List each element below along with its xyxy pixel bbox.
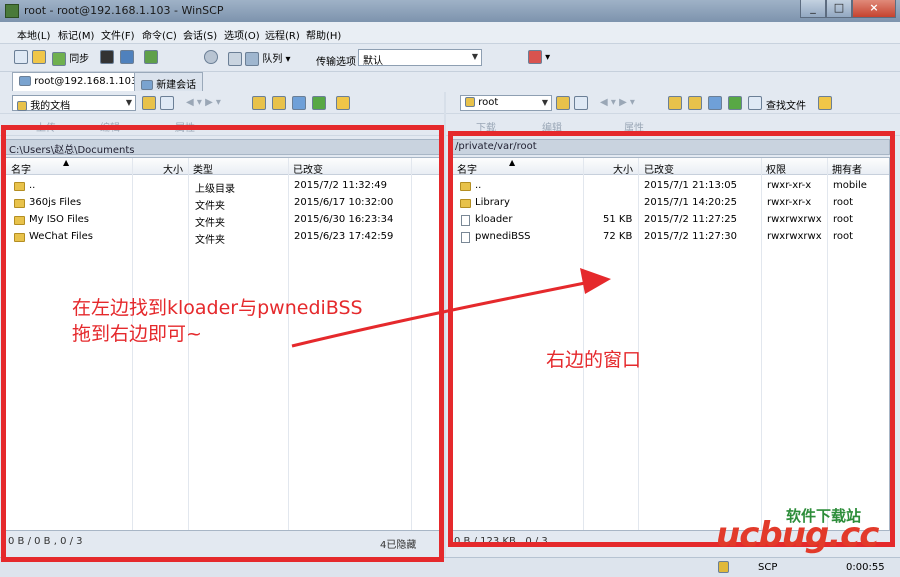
watermark-logo: ucbug.cc [716,515,879,555]
arrow-shaft [291,281,586,348]
site-watermark: 软件下载站 ucbug.cc [716,505,900,557]
drag-arrow [291,268,611,348]
arrow-head-icon [580,268,611,294]
